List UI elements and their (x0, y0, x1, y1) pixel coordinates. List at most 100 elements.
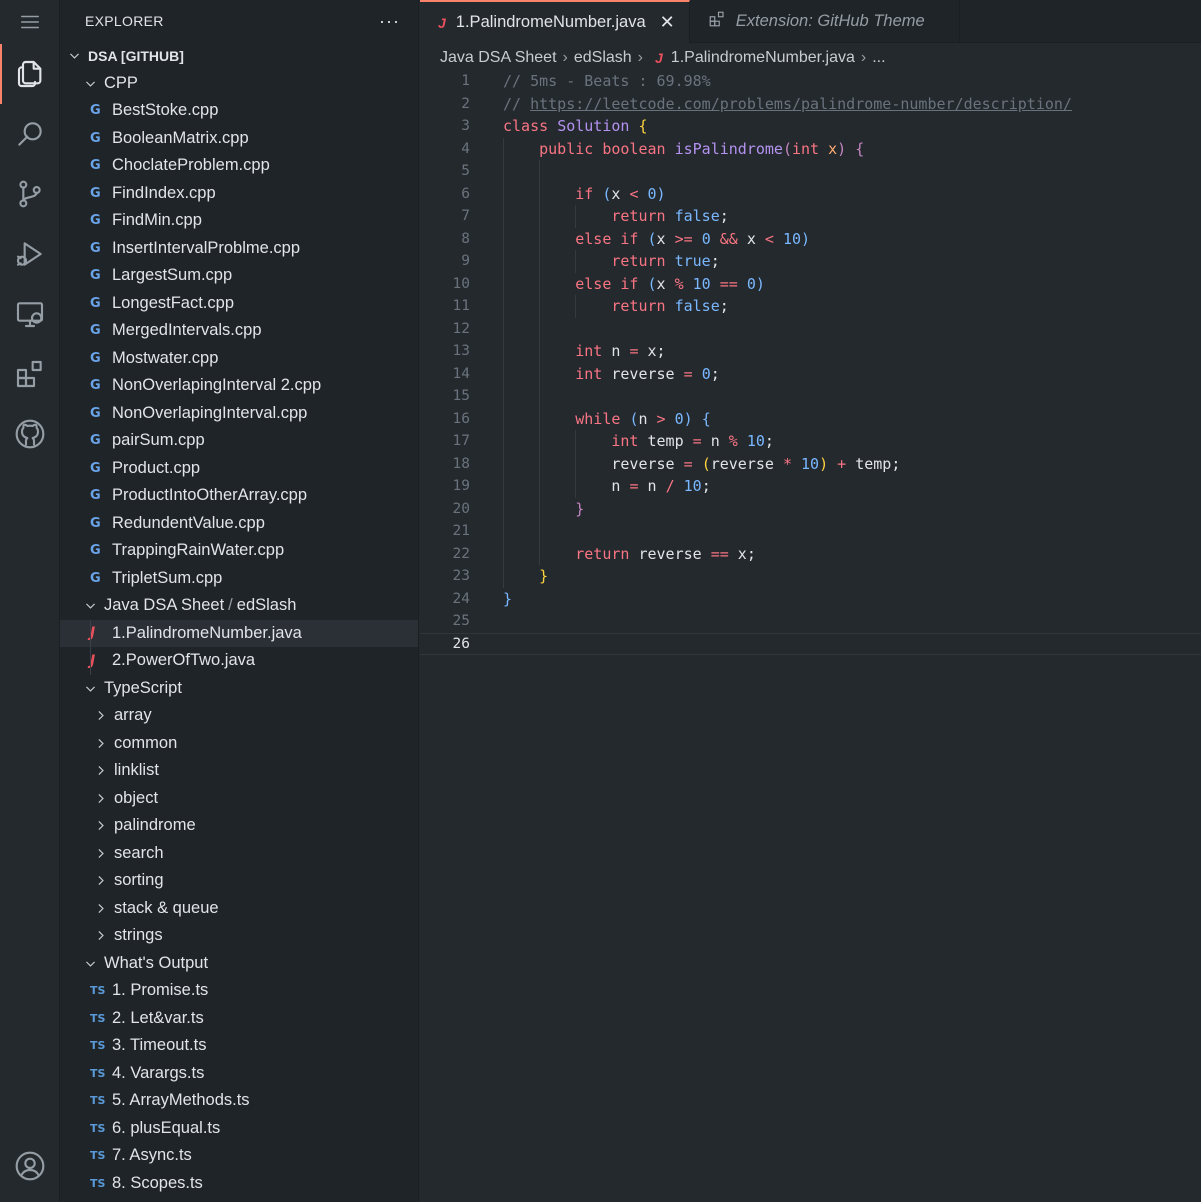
remote-explorer-icon[interactable] (0, 286, 60, 342)
tree-folder[interactable]: sorting (60, 867, 418, 895)
line-text: int n = x; (503, 342, 665, 360)
tree-file-ts[interactable]: TS 8. Scopes.ts (60, 1170, 418, 1198)
tree-file-cpp[interactable]: G LargestSum.cpp (60, 262, 418, 290)
code-token: x; (728, 544, 756, 563)
tree-folder[interactable]: array (60, 702, 418, 730)
code-line[interactable]: 1 // 5ms - Beats : 69.98% (420, 70, 1201, 93)
code-line[interactable]: 26 (420, 632, 1201, 655)
tree-file-java[interactable]: J 1.PalindromeNumber.java (60, 619, 418, 647)
code-line[interactable]: 23 } (420, 565, 1201, 588)
chevron-right-icon: › (860, 49, 867, 66)
tree-file-cpp[interactable]: G FindMin.cpp (60, 207, 418, 235)
code-line[interactable]: 18 reverse = (reverse * 10) + temp; (420, 453, 1201, 476)
run-debug-icon[interactable] (0, 226, 60, 282)
tree-folder[interactable]: strings (60, 922, 418, 950)
code-line[interactable]: 6 if (x < 0) (420, 183, 1201, 206)
tree-file-ts[interactable]: TS 2. Let&var.ts (60, 1005, 418, 1033)
code-line[interactable]: 4 public boolean isPalindrome(int x) { (420, 138, 1201, 161)
tree-folder-typescript[interactable]: TypeScript (60, 675, 418, 703)
tree-folder-cpp[interactable]: CPP (60, 70, 418, 98)
typescript-file-icon: TS (90, 1039, 106, 1053)
tree-folder[interactable]: linklist (60, 757, 418, 785)
tree-file-cpp[interactable]: G FindIndex.cpp (60, 180, 418, 208)
code-line[interactable]: 21 (420, 520, 1201, 543)
tree-folder[interactable]: object (60, 785, 418, 813)
breadcrumb-item[interactable]: 1.PalindromeNumber.java (671, 49, 855, 67)
account-icon[interactable] (0, 1138, 60, 1194)
tree-file-java[interactable]: J 2.PowerOfTwo.java (60, 647, 418, 675)
extensions-icon[interactable] (0, 346, 60, 402)
cpp-file-icon: G (90, 543, 101, 559)
tree-folder-java[interactable]: Java DSA Sheet / edSlash (60, 592, 418, 620)
tree-file-cpp[interactable]: G MergedIntervals.cpp (60, 317, 418, 345)
code-line[interactable]: 20 } (420, 498, 1201, 521)
tree-folder[interactable]: search (60, 840, 418, 868)
code-line[interactable]: 24} (420, 588, 1201, 611)
code-line[interactable]: 12 (420, 318, 1201, 341)
tree-file-ts[interactable]: TS 6. plusEqual.ts (60, 1115, 418, 1143)
tree-file-cpp[interactable]: G TripletSum.cpp (60, 565, 418, 593)
code-line[interactable]: 15 (420, 385, 1201, 408)
tree-file-cpp[interactable]: G TrappingRainWater.cpp (60, 537, 418, 565)
code-line[interactable]: 16 while (n > 0) { (420, 408, 1201, 431)
explorer-icon[interactable] (0, 44, 60, 104)
tree-file-cpp[interactable]: G NonOverlapingInterval.cpp (60, 400, 418, 428)
tree-file-ts[interactable]: TS 4. Varargs.ts (60, 1060, 418, 1088)
cpp-file-icon: G (90, 240, 101, 256)
tree-file-cpp[interactable]: G Product.cpp (60, 455, 418, 483)
tree-file-cpp[interactable]: G BestStoke.cpp (60, 97, 418, 125)
breadcrumb-item[interactable]: edSlash (574, 49, 632, 67)
tree-file-ts[interactable]: TS 3. Timeout.ts (60, 1032, 418, 1060)
explorer-title: EXPLORER (85, 13, 164, 29)
code-line[interactable]: 10 else if (x % 10 == 0) (420, 273, 1201, 296)
code-line[interactable]: 19 n = n / 10; (420, 475, 1201, 498)
breadcrumb-item[interactable]: ... (872, 49, 885, 67)
search-icon[interactable] (0, 106, 60, 162)
tree-file-cpp[interactable]: G InsertIntervalProblme.cpp (60, 235, 418, 263)
tab-palindrome-number[interactable]: J 1.PalindromeNumber.java ✕ (420, 0, 690, 43)
code-line[interactable]: 25 (420, 610, 1201, 633)
breadcrumb-item[interactable]: Java DSA Sheet (440, 49, 557, 67)
tree-file-cpp[interactable]: G NonOverlapingInterval 2.cpp (60, 372, 418, 400)
code-line[interactable]: 14 int reverse = 0; (420, 363, 1201, 386)
code-line[interactable]: 11 return false; (420, 295, 1201, 318)
code-token: return (575, 544, 639, 563)
tree-file-ts[interactable]: TS 1. Promise.ts (60, 977, 418, 1005)
tree-file-cpp[interactable]: GpairSum.cpp (60, 427, 418, 455)
code-line[interactable]: 3 class Solution { (420, 115, 1201, 138)
tree-file-cpp[interactable]: G RedundentValue.cpp (60, 510, 418, 538)
tree-folder-whats-output[interactable]: What's Output (60, 950, 418, 978)
code-token: reverse (611, 454, 684, 473)
code-line[interactable]: 17 int temp = n % 10; (420, 430, 1201, 453)
code-editor[interactable]: 1 // 5ms - Beats : 69.98% 2 // https://leet… (420, 70, 1201, 655)
menu-icon[interactable] (0, 0, 60, 44)
code-token: = (683, 364, 693, 383)
chevron-right-icon (92, 818, 108, 834)
tree-item-label: 8. Scopes.ts (112, 1173, 203, 1192)
tree-file-cpp[interactable]: G ProductIntoOtherArray.cpp (60, 482, 418, 510)
code-line[interactable]: 22 return reverse == x; (420, 543, 1201, 566)
tree-folder[interactable]: common (60, 730, 418, 758)
tree-file-cpp[interactable]: G LongestFact.cpp (60, 290, 418, 318)
code-line[interactable]: 2 // https://leetcode.com/problems/palind… (420, 93, 1201, 116)
tree-file-ts[interactable]: TS 7. Async.ts (60, 1142, 418, 1170)
tree-folder[interactable]: palindrome (60, 812, 418, 840)
close-icon[interactable]: ✕ (660, 12, 675, 33)
code-line[interactable]: 8 else if (x >= 0 && x < 10) (420, 228, 1201, 251)
tree-folder[interactable]: stack & queue (60, 895, 418, 923)
code-token: ) (819, 454, 829, 473)
tree-file-cpp[interactable]: G ChoclateProblem.cpp (60, 152, 418, 180)
tree-file-cpp[interactable]: G BooleanMatrix.cpp (60, 125, 418, 153)
tree-folder-workspace[interactable]: DSA [GITHUB] (60, 42, 418, 70)
code-line[interactable]: 5 (420, 160, 1201, 183)
more-actions-button[interactable]: ··· (379, 11, 400, 32)
tree-file-cpp[interactable]: G Mostwater.cpp (60, 345, 418, 373)
tab-extension-github-theme[interactable]: Extension: GitHub Theme (690, 0, 960, 43)
github-icon[interactable] (0, 406, 60, 462)
code-line[interactable]: 13 int n = x; (420, 340, 1201, 363)
code-line[interactable]: 9 return true; (420, 250, 1201, 273)
source-control-icon[interactable] (0, 166, 60, 222)
code-line[interactable]: 7 return false; (420, 205, 1201, 228)
tree-file-ts[interactable]: TS 5. ArrayMethods.ts (60, 1087, 418, 1115)
